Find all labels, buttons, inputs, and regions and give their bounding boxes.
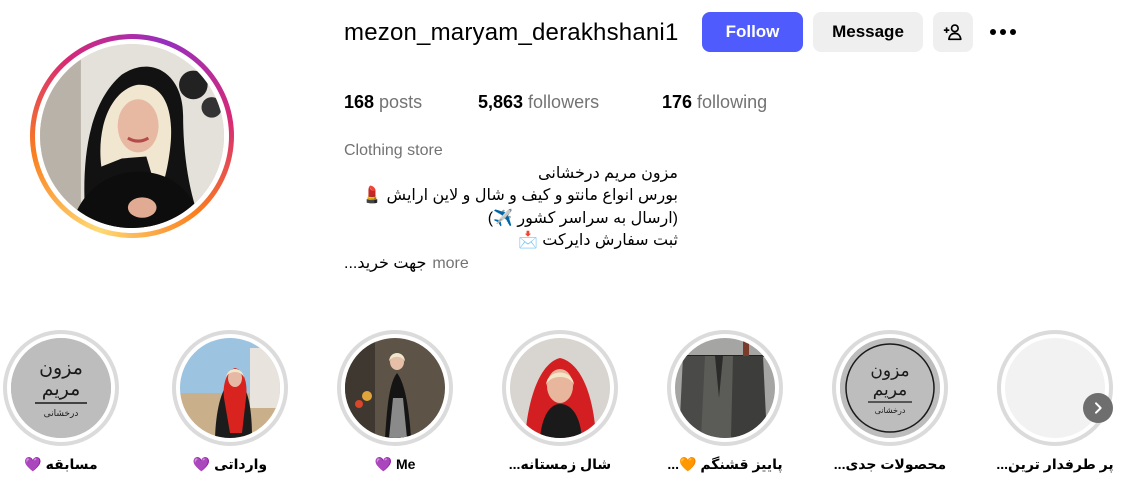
posts-label: posts <box>379 92 423 112</box>
dot <box>1010 29 1016 35</box>
highlight-photo <box>180 338 280 438</box>
highlight-cover: مزون مریم درخشانی <box>11 338 111 438</box>
bio-line: ثبت سفارش دایرکت 📩 <box>517 232 678 249</box>
message-button[interactable]: Message <box>813 12 923 52</box>
highlight-label: Me 💜 <box>374 456 416 472</box>
story-highlight[interactable]: شال زمستانه... <box>502 330 618 472</box>
suggest-accounts-button[interactable] <box>933 12 973 52</box>
highlight-label: شال زمستانه... <box>508 456 612 472</box>
posts-count: 168 <box>344 92 375 112</box>
highlight-ring: مزون مریم درخشانی <box>832 330 948 446</box>
avatar-inner <box>35 39 229 233</box>
highlight-ring <box>172 330 288 446</box>
brand-logo: مزون مریم درخشانی <box>11 338 111 438</box>
following-count: 176 <box>662 92 693 112</box>
bio-line: (ارسال به سراسر کشور ✈️) <box>487 209 678 227</box>
highlight-cover <box>675 338 775 438</box>
highlight-photo <box>345 338 445 438</box>
highlight-label: پاییز قشنگم 🧡... <box>667 456 783 472</box>
followers-stat[interactable]: 5,863 followers <box>478 91 599 113</box>
person-add-icon <box>943 24 962 41</box>
highlight-ring <box>667 330 783 446</box>
story-highlight[interactable]: Me 💜 <box>337 330 453 472</box>
story-highlight[interactable]: مزون مریم درخشانی محصولات جدی... <box>832 330 948 472</box>
bio-line: بورس انواع مانتو و کیف و شال و لاین ارای… <box>362 187 678 204</box>
highlight-cover <box>1005 338 1105 438</box>
bio-line: مزون مریم درخشانی <box>538 164 678 182</box>
posts-stat: 168 posts <box>344 91 422 113</box>
highlight-ring <box>337 330 453 446</box>
brand-logo: مزون مریم درخشانی <box>840 338 940 438</box>
avatar-photo <box>40 44 224 228</box>
highlight-ring <box>502 330 618 446</box>
highlight-cover <box>510 338 610 438</box>
following-label: following <box>697 92 768 112</box>
bio-more-link[interactable]: more <box>432 253 468 276</box>
followers-label: followers <box>528 92 600 112</box>
highlight-cover <box>180 338 280 438</box>
logo-line: مزون <box>870 361 909 381</box>
bio-category: Clothing store <box>344 142 443 159</box>
profile-avatar[interactable] <box>30 34 234 238</box>
logo-line: مزون <box>39 357 83 379</box>
logo-line: مریم <box>873 380 908 400</box>
story-highlight[interactable]: وارداتی 💜 <box>172 330 288 472</box>
dot <box>990 29 996 35</box>
highlight-label: وارداتی 💜 <box>192 456 268 472</box>
avatar-image <box>40 44 224 228</box>
dot <box>1000 29 1006 35</box>
highlight-photo <box>675 338 775 438</box>
highlight-label: مسابقه 💜 <box>24 456 98 472</box>
logo-line: درخشانی <box>875 406 906 415</box>
story-highlight[interactable]: مزون مریم درخشانی مسابقه 💜 <box>3 330 119 472</box>
highlight-photo <box>510 338 610 438</box>
bio-line: جهت خرید... <box>344 254 427 272</box>
bio-last-line: جهت خرید... more <box>344 253 678 276</box>
following-stat[interactable]: 176 following <box>662 91 767 113</box>
ellipsis-icon[interactable] <box>986 18 1020 46</box>
follow-button[interactable]: Follow <box>702 12 803 52</box>
highlight-cover: مزون مریم درخشانی <box>840 338 940 438</box>
chevron-right-icon[interactable] <box>1083 393 1113 423</box>
followers-count: 5,863 <box>478 92 524 112</box>
profile-username: mezon_maryam_derakhshani1 <box>344 19 679 46</box>
story-highlight[interactable]: پاییز قشنگم 🧡... <box>667 330 783 472</box>
chevron-right-glyph <box>1095 402 1102 414</box>
highlight-cover <box>345 338 445 438</box>
highlight-ring <box>997 330 1113 446</box>
profile-bio: Clothing store مزون مریم درخشانی بورس ان… <box>344 140 704 275</box>
highlight-label: پر طرفدار ترین... <box>996 456 1114 472</box>
logo-line: مریم <box>42 378 81 400</box>
highlight-label: محصولات جدی... <box>833 456 947 472</box>
logo-line: درخشانی <box>44 409 79 419</box>
story-highlight[interactable]: پر طرفدار ترین... <box>996 330 1114 472</box>
highlight-ring: مزون مریم درخشانی <box>3 330 119 446</box>
